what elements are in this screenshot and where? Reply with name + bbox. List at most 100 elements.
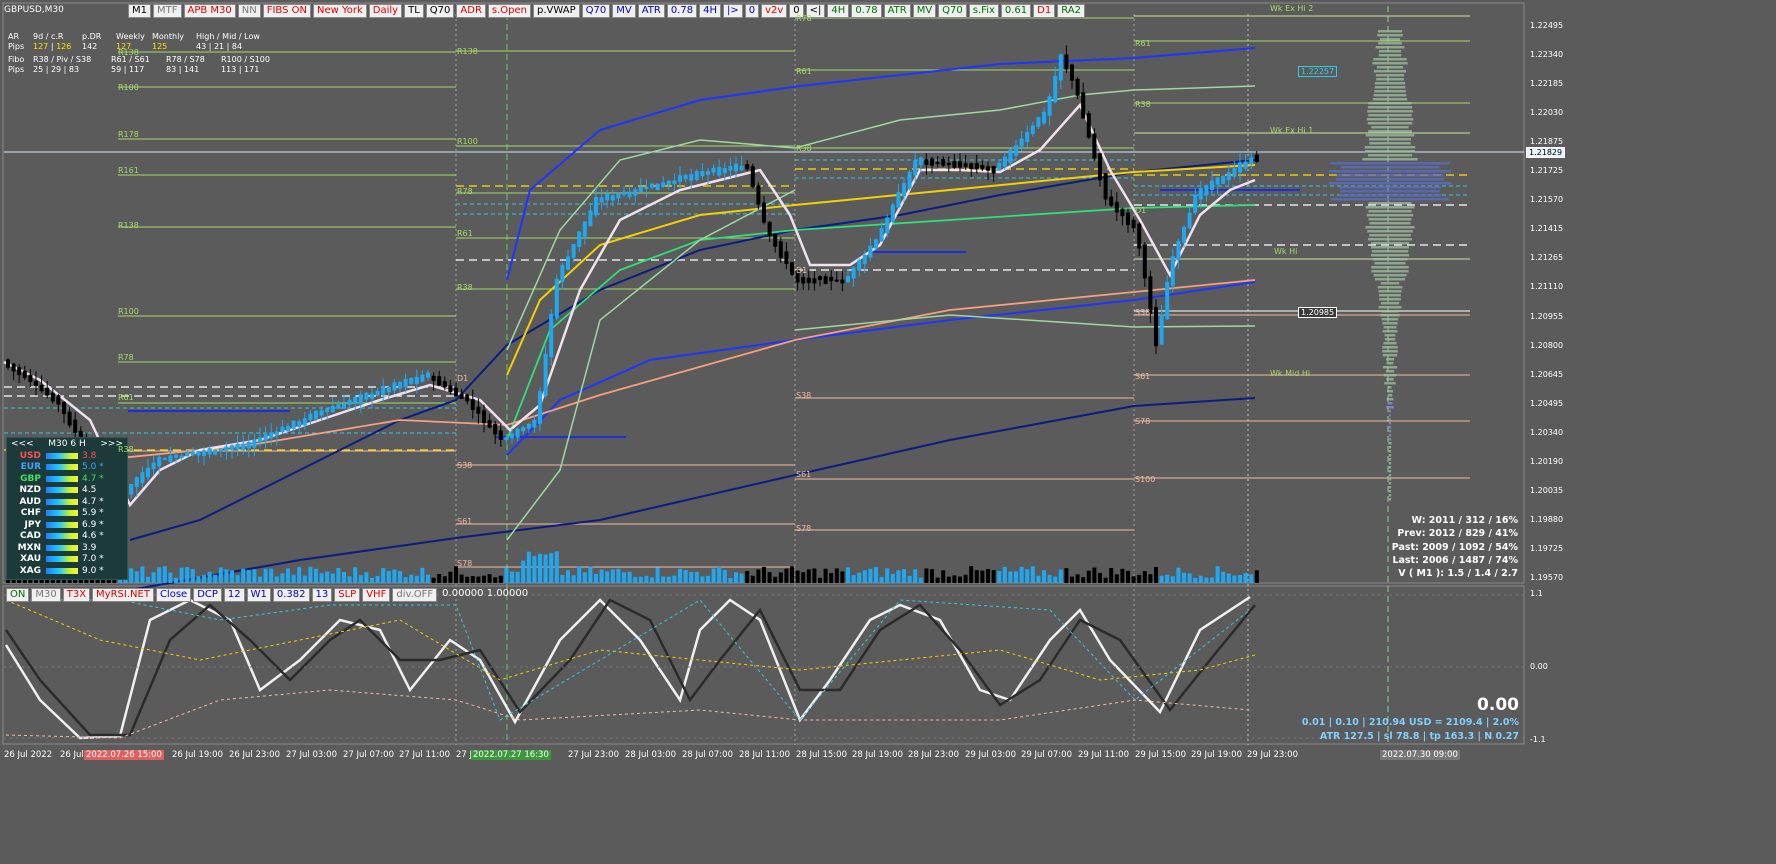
- toolbar-button-14[interactable]: ATR: [637, 4, 665, 18]
- toolbar-button-28[interactable]: 0.61: [1000, 4, 1032, 18]
- toolbar-button-19[interactable]: v2v: [761, 4, 788, 18]
- volume-bar: [386, 570, 391, 583]
- toolbar-button-29[interactable]: D1: [1033, 4, 1056, 18]
- toolbar-button-1[interactable]: MTF: [153, 4, 182, 18]
- stat-line: Past: 2009 / 1092 / 54%: [1391, 541, 1518, 553]
- profile-bar: [1388, 462, 1392, 465]
- currency-value: 9.0 *: [82, 565, 104, 576]
- toolbar-button-25[interactable]: MV: [912, 4, 937, 18]
- volume-bar: [476, 576, 481, 583]
- toolbar-button-17[interactable]: |>: [722, 4, 743, 18]
- toolbar-button-24[interactable]: ATR: [883, 4, 911, 18]
- toolbar-button-3[interactable]: NN: [237, 4, 261, 18]
- currency-row-xau[interactable]: XAU 7.0 *: [7, 554, 127, 566]
- position-line-2: ATR 127.5 | sl 78.8 | tp 163.3 | N 0.27: [1319, 731, 1519, 742]
- toolbar2-button-8[interactable]: 0.382: [272, 588, 310, 602]
- currency-row-xag[interactable]: XAG 9.0 *: [7, 565, 127, 577]
- candle-body: [515, 428, 520, 438]
- volume-bar: [185, 567, 190, 583]
- candle-body: [6, 359, 10, 368]
- toolbar-button-30[interactable]: RA2: [1057, 4, 1085, 18]
- volume-bar: [801, 572, 806, 583]
- toolbar-button-0[interactable]: M1: [128, 4, 151, 18]
- currency-row-gbp[interactable]: GBP 4.7 *: [7, 473, 127, 485]
- volume-bar: [862, 570, 867, 583]
- volume-bar: [521, 560, 526, 583]
- candle-body: [1243, 161, 1248, 169]
- price-tick: 1.19880: [1530, 514, 1564, 524]
- volume-bar: [454, 566, 458, 583]
- profile-bar: [1380, 282, 1400, 285]
- toolbar-button-13[interactable]: MV: [612, 4, 636, 18]
- profile-bar: [1365, 206, 1415, 209]
- candle-body: [1159, 314, 1164, 345]
- currency-row-eur[interactable]: EUR 5.0 *: [7, 462, 127, 474]
- candle-body: [386, 387, 391, 393]
- toolbar-button-26[interactable]: Q70: [938, 4, 967, 18]
- currency-row-chf[interactable]: CHF 5.9 *: [7, 508, 127, 520]
- currency-row-cad[interactable]: CAD 4.6 *: [7, 531, 127, 543]
- candle-body: [566, 256, 570, 270]
- toolbar2-button-5[interactable]: DCP: [193, 588, 222, 602]
- volume-bar: [1176, 567, 1181, 583]
- toolbar-button-10[interactable]: s.Open: [487, 4, 532, 18]
- volume-bar: [946, 576, 951, 583]
- toolbar-button-12[interactable]: Q70: [581, 4, 611, 18]
- candle-body: [599, 197, 604, 203]
- toolbar-button-5[interactable]: New York: [313, 4, 367, 18]
- currency-row-mxn[interactable]: MXN 3.9: [7, 542, 127, 554]
- candle-body: [185, 451, 190, 457]
- toolbar2-button-12[interactable]: div.OFF: [392, 588, 438, 602]
- toolbar2-button-3[interactable]: MyRSI.NET: [92, 588, 154, 602]
- toolbar2-button-0[interactable]: ON: [6, 588, 30, 602]
- currency-row-nzd[interactable]: NZD 4.5: [7, 485, 127, 497]
- chart-canvas[interactable]: [0, 0, 1568, 763]
- candle-body: [269, 432, 274, 439]
- volume-bar: [991, 570, 996, 583]
- profile-bar: [1328, 182, 1452, 185]
- toolbar-button-23[interactable]: 0.78: [851, 4, 882, 18]
- candle-body: [997, 162, 1002, 171]
- toolbar-button-22[interactable]: 4H: [827, 4, 850, 18]
- toolbar2-button-6[interactable]: 12: [223, 588, 245, 602]
- time-tick: 2022.07.26 15:00: [84, 750, 164, 760]
- toolbar2-button-1[interactable]: M30: [31, 588, 61, 602]
- toolbar-button-27[interactable]: s.Fix: [968, 4, 999, 18]
- toolbar-button-18[interactable]: 0: [744, 4, 760, 18]
- volume-bar: [1036, 575, 1041, 583]
- profile-bar: [1388, 466, 1392, 469]
- toolbar-button-11[interactable]: p.VWAP: [533, 4, 580, 18]
- volume-bar: [554, 551, 559, 583]
- toolbar-button-9[interactable]: ADR: [456, 4, 486, 18]
- toolbar-button-15[interactable]: 0.78: [666, 4, 698, 18]
- weekly-level-label: Wk Mid Hi: [1270, 369, 1311, 378]
- toolbar-button-8[interactable]: Q70: [425, 4, 455, 18]
- toolbar-button-16[interactable]: 4H: [699, 4, 721, 18]
- toolbar2-button-10[interactable]: SLP: [334, 588, 361, 602]
- volume-bar: [465, 576, 470, 583]
- toolbar-button-2[interactable]: APB M30: [183, 4, 236, 18]
- currency-row-jpy[interactable]: JPY 6.9 *: [7, 519, 127, 531]
- profile-bar: [1388, 486, 1392, 489]
- profile-bar: [1388, 498, 1392, 501]
- currency-row-usd[interactable]: USD 3.8: [7, 450, 127, 462]
- profile-bar: [1377, 30, 1403, 33]
- toolbar-button-6[interactable]: Daily: [368, 4, 403, 18]
- toolbar2-button-7[interactable]: W1: [246, 588, 271, 602]
- candle-body: [34, 380, 38, 386]
- toolbar-button-4[interactable]: FIBS ON: [262, 4, 311, 18]
- toolbar2-button-2[interactable]: T3X: [62, 588, 91, 602]
- volume-bar: [750, 575, 755, 583]
- prev-button[interactable]: <<<: [11, 439, 34, 449]
- volume-bar: [207, 571, 212, 583]
- volume-bar: [986, 569, 990, 583]
- currency-panel-header: <<< M30 6 H >>>: [7, 438, 127, 450]
- toolbar2-button-9[interactable]: 13: [311, 588, 333, 602]
- currency-row-aud[interactable]: AUD 4.7 *: [7, 496, 127, 508]
- toolbar-button-7[interactable]: TL: [404, 4, 424, 18]
- volume-bar: [1098, 572, 1102, 583]
- volume-bar: [762, 566, 766, 583]
- toolbar2-button-11[interactable]: VHF: [362, 588, 391, 602]
- volume-bar: [829, 573, 834, 583]
- toolbar2-button-4[interactable]: Close: [155, 588, 192, 602]
